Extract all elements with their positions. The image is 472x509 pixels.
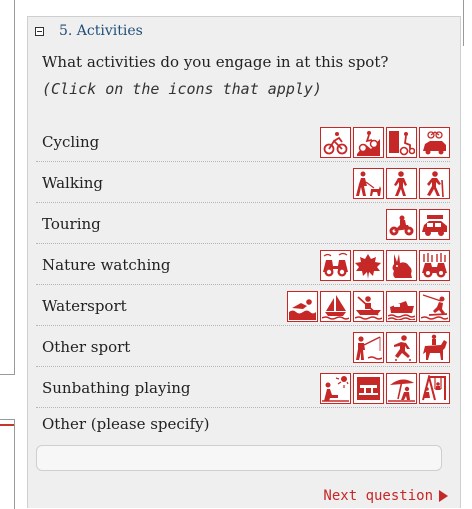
activity-row-cycling: Cycling (36, 121, 450, 162)
activity-label: Nature watching (42, 256, 171, 274)
activity-row-watersport: Watersport (36, 285, 450, 326)
binoculars-icon[interactable] (320, 250, 351, 281)
binoculars-reeds-icon[interactable] (419, 250, 450, 281)
activity-row-sunbathing-playing: Sunbathing playing (36, 367, 450, 408)
fishing-icon[interactable] (353, 332, 384, 363)
activity-icons (353, 168, 450, 199)
background-window-lower (0, 419, 15, 509)
motorcycle-icon[interactable] (386, 209, 417, 240)
swimming-icon[interactable] (287, 291, 318, 322)
car-touring-icon[interactable] (419, 209, 450, 240)
picnic-table-icon[interactable] (353, 373, 384, 404)
question-text: What activities do you engage in at this… (42, 53, 389, 71)
panel-header: 5. Activities (28, 17, 460, 45)
activity-icons (386, 209, 450, 240)
walking-icon[interactable] (386, 168, 417, 199)
canoeing-icon[interactable] (353, 291, 384, 322)
playground-icon[interactable] (419, 373, 450, 404)
background-window-right (463, 0, 472, 508)
activity-label: Other sport (42, 338, 131, 356)
rabbit-icon[interactable] (386, 250, 417, 281)
activity-label: Watersport (42, 297, 127, 315)
car-bike-rack-icon[interactable] (419, 127, 450, 158)
waterskiing-icon[interactable] (419, 291, 450, 322)
panel-title: 5. Activities (59, 23, 143, 39)
other-specify-input[interactable] (36, 445, 442, 471)
activity-icons (320, 250, 450, 281)
question-hint: (Click on the icons that apply) (42, 80, 322, 98)
road-cycling-icon[interactable] (320, 127, 351, 158)
activity-icons (320, 373, 450, 404)
next-question-button[interactable]: Next question (323, 488, 448, 504)
hiking-icon[interactable] (419, 168, 450, 199)
collapse-icon[interactable] (35, 27, 44, 36)
activity-label: Touring (42, 215, 101, 233)
sailing-icon[interactable] (320, 291, 351, 322)
activity-icons (287, 291, 450, 322)
skating-icon[interactable] (386, 332, 417, 363)
bike-trailer-icon[interactable] (386, 127, 417, 158)
other-label: Other (please specify) (42, 415, 210, 433)
activity-row-nature-watching: Nature watching (36, 244, 450, 285)
next-arrow-icon (439, 490, 448, 502)
motorboat-icon[interactable] (386, 291, 417, 322)
beach-umbrella-icon[interactable] (386, 373, 417, 404)
activity-icons (353, 332, 450, 363)
background-window-left (0, 0, 15, 375)
activity-icons (320, 127, 450, 158)
horse-riding-icon[interactable] (419, 332, 450, 363)
activity-row-walking: Walking (36, 162, 450, 203)
leaf-icon[interactable] (353, 250, 384, 281)
dog-walking-icon[interactable] (353, 168, 384, 199)
activity-label: Cycling (42, 133, 100, 151)
activity-label: Walking (42, 174, 104, 192)
activity-row-touring: Touring (36, 203, 450, 244)
next-question-label: Next question (323, 488, 433, 504)
activities-panel: 5. Activities What activities do you eng… (27, 16, 461, 508)
mountain-biking-icon[interactable] (353, 127, 384, 158)
sunbathing-icon[interactable] (320, 373, 351, 404)
activity-row-other-sport: Other sport (36, 326, 450, 367)
activity-label: Sunbathing playing (42, 379, 191, 397)
